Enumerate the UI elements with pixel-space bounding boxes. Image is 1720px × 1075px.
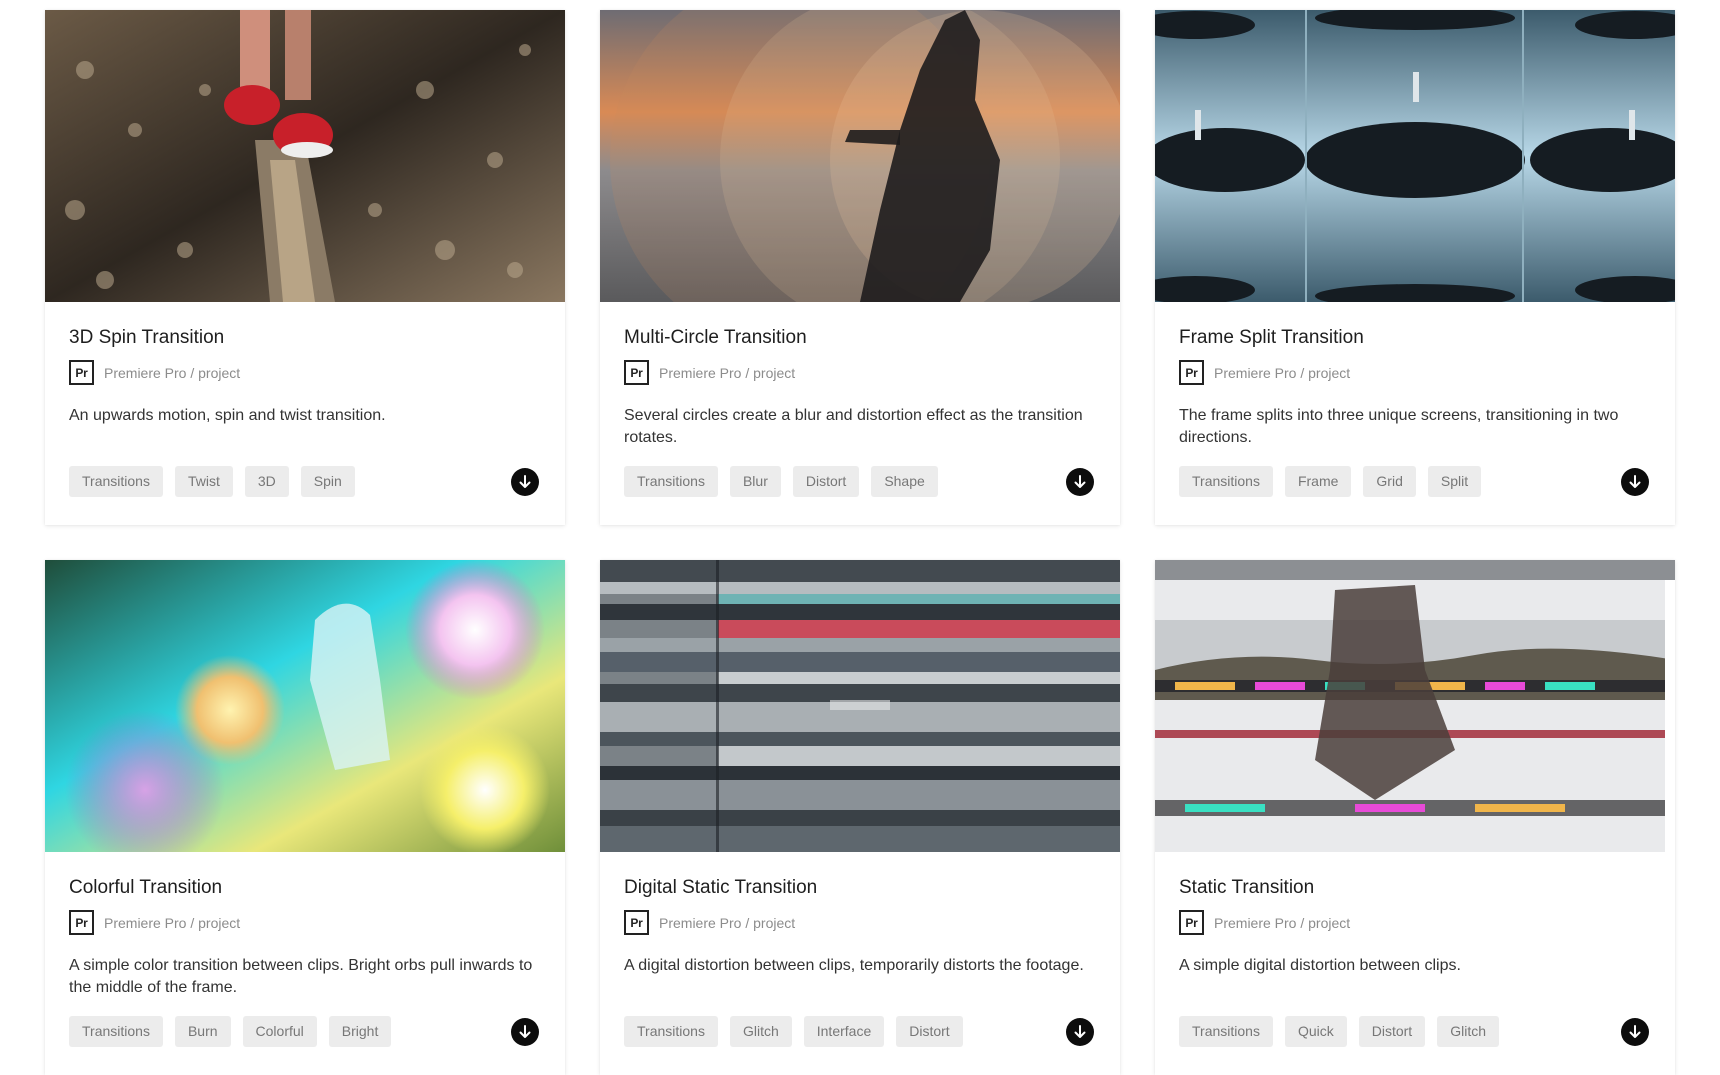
project-card[interactable]: Multi-Circle Transition Pr Premiere Pro …: [600, 10, 1120, 525]
card-description: An upwards motion, spin and twist transi…: [69, 407, 386, 424]
download-button[interactable]: [1621, 1018, 1649, 1046]
card-description: A digital distortion between clips, temp…: [624, 957, 1084, 974]
tag[interactable]: Interface: [803, 1016, 885, 1047]
thumbnail-image[interactable]: [45, 560, 565, 852]
tag[interactable]: Glitch: [1437, 1016, 1499, 1047]
project-card[interactable]: Frame Split Transition Pr Premiere Pro /…: [1155, 10, 1675, 525]
card-meta: Premiere Pro / project: [659, 364, 796, 381]
premiere-pro-icon: Pr: [624, 910, 649, 935]
tag[interactable]: 3D: [244, 466, 289, 497]
tag[interactable]: Transitions: [69, 1016, 163, 1047]
download-button[interactable]: [1066, 468, 1094, 496]
card-meta: Premiere Pro / project: [104, 914, 241, 931]
project-card[interactable]: Static Transition Pr Premiere Pro / proj…: [1155, 560, 1675, 1075]
thumbnail-image[interactable]: [600, 560, 1120, 852]
tag[interactable]: Twist: [174, 466, 233, 497]
tag-list: Transitions Burn Colorful Bright: [69, 1016, 403, 1047]
tag[interactable]: Frame: [1284, 466, 1352, 497]
tag[interactable]: Distort: [792, 466, 860, 497]
tag-list: Transitions Quick Distort Glitch: [1179, 1016, 1511, 1047]
card-title[interactable]: 3D Spin Transition: [69, 326, 541, 350]
card-meta: Premiere Pro / project: [1214, 364, 1351, 381]
card-meta: Premiere Pro / project: [104, 364, 241, 381]
tag[interactable]: Transitions: [1179, 1016, 1273, 1047]
card-description: The frame splits into three unique scree…: [1179, 407, 1619, 446]
project-card[interactable]: Digital Static Transition Pr Premiere Pr…: [600, 560, 1120, 1075]
thumbnail-image[interactable]: [45, 10, 565, 302]
card-title[interactable]: Static Transition: [1179, 876, 1651, 900]
project-card[interactable]: 3D Spin Transition Pr Premiere Pro / pro…: [45, 10, 565, 525]
thumbnail-image[interactable]: [1155, 10, 1675, 302]
premiere-pro-icon: Pr: [69, 910, 94, 935]
download-button[interactable]: [1621, 468, 1649, 496]
download-arrow-icon: [1629, 1025, 1641, 1038]
tag[interactable]: Transitions: [624, 1016, 718, 1047]
download-arrow-icon: [1074, 1025, 1086, 1038]
tag[interactable]: Transitions: [1179, 466, 1273, 497]
tag[interactable]: Colorful: [242, 1016, 317, 1047]
tag[interactable]: Shape: [871, 466, 938, 497]
premiere-pro-icon: Pr: [69, 360, 94, 385]
tag[interactable]: Quick: [1284, 1016, 1347, 1047]
tag-list: Transitions Glitch Interface Distort: [624, 1016, 975, 1047]
download-button[interactable]: [511, 1018, 539, 1046]
thumbnail-image[interactable]: [600, 10, 1120, 302]
card-description: A simple color transition between clips.…: [69, 957, 533, 996]
tag[interactable]: Blur: [729, 466, 781, 497]
tag[interactable]: Burn: [174, 1016, 231, 1047]
thumbnail-image[interactable]: [1155, 560, 1675, 852]
tag[interactable]: Distort: [896, 1016, 963, 1047]
tag[interactable]: Split: [1427, 466, 1482, 497]
tag[interactable]: Grid: [1363, 466, 1416, 497]
card-meta: Premiere Pro / project: [1214, 914, 1351, 931]
premiere-pro-icon: Pr: [624, 360, 649, 385]
tag[interactable]: Transitions: [69, 466, 163, 497]
card-title[interactable]: Digital Static Transition: [624, 876, 1096, 900]
tag[interactable]: Bright: [328, 1016, 392, 1047]
project-grid: 3D Spin Transition Pr Premiere Pro / pro…: [45, 10, 1675, 1075]
tag-list: Transitions Twist 3D Spin: [69, 466, 367, 497]
tag[interactable]: Glitch: [729, 1016, 792, 1047]
tag[interactable]: Transitions: [624, 466, 718, 497]
tag-list: Transitions Blur Distort Shape: [624, 466, 950, 497]
download-button[interactable]: [1066, 1018, 1094, 1046]
download-arrow-icon: [1074, 475, 1086, 488]
card-meta: Premiere Pro / project: [659, 914, 796, 931]
download-arrow-icon: [1629, 475, 1641, 488]
card-title[interactable]: Frame Split Transition: [1179, 326, 1651, 350]
premiere-pro-icon: Pr: [1179, 910, 1204, 935]
project-card[interactable]: Colorful Transition Pr Premiere Pro / pr…: [45, 560, 565, 1075]
card-description: A simple digital distortion between clip…: [1179, 957, 1461, 974]
tag-list: Transitions Frame Grid Split: [1179, 466, 1493, 497]
card-title[interactable]: Multi-Circle Transition: [624, 326, 1096, 350]
download-arrow-icon: [519, 475, 531, 488]
premiere-pro-icon: Pr: [1179, 360, 1204, 385]
card-title[interactable]: Colorful Transition: [69, 876, 541, 900]
download-button[interactable]: [511, 468, 539, 496]
tag[interactable]: Distort: [1358, 1016, 1426, 1047]
card-description: Several circles create a blur and distor…: [624, 407, 1083, 446]
tag[interactable]: Spin: [300, 466, 355, 497]
download-arrow-icon: [519, 1025, 531, 1038]
